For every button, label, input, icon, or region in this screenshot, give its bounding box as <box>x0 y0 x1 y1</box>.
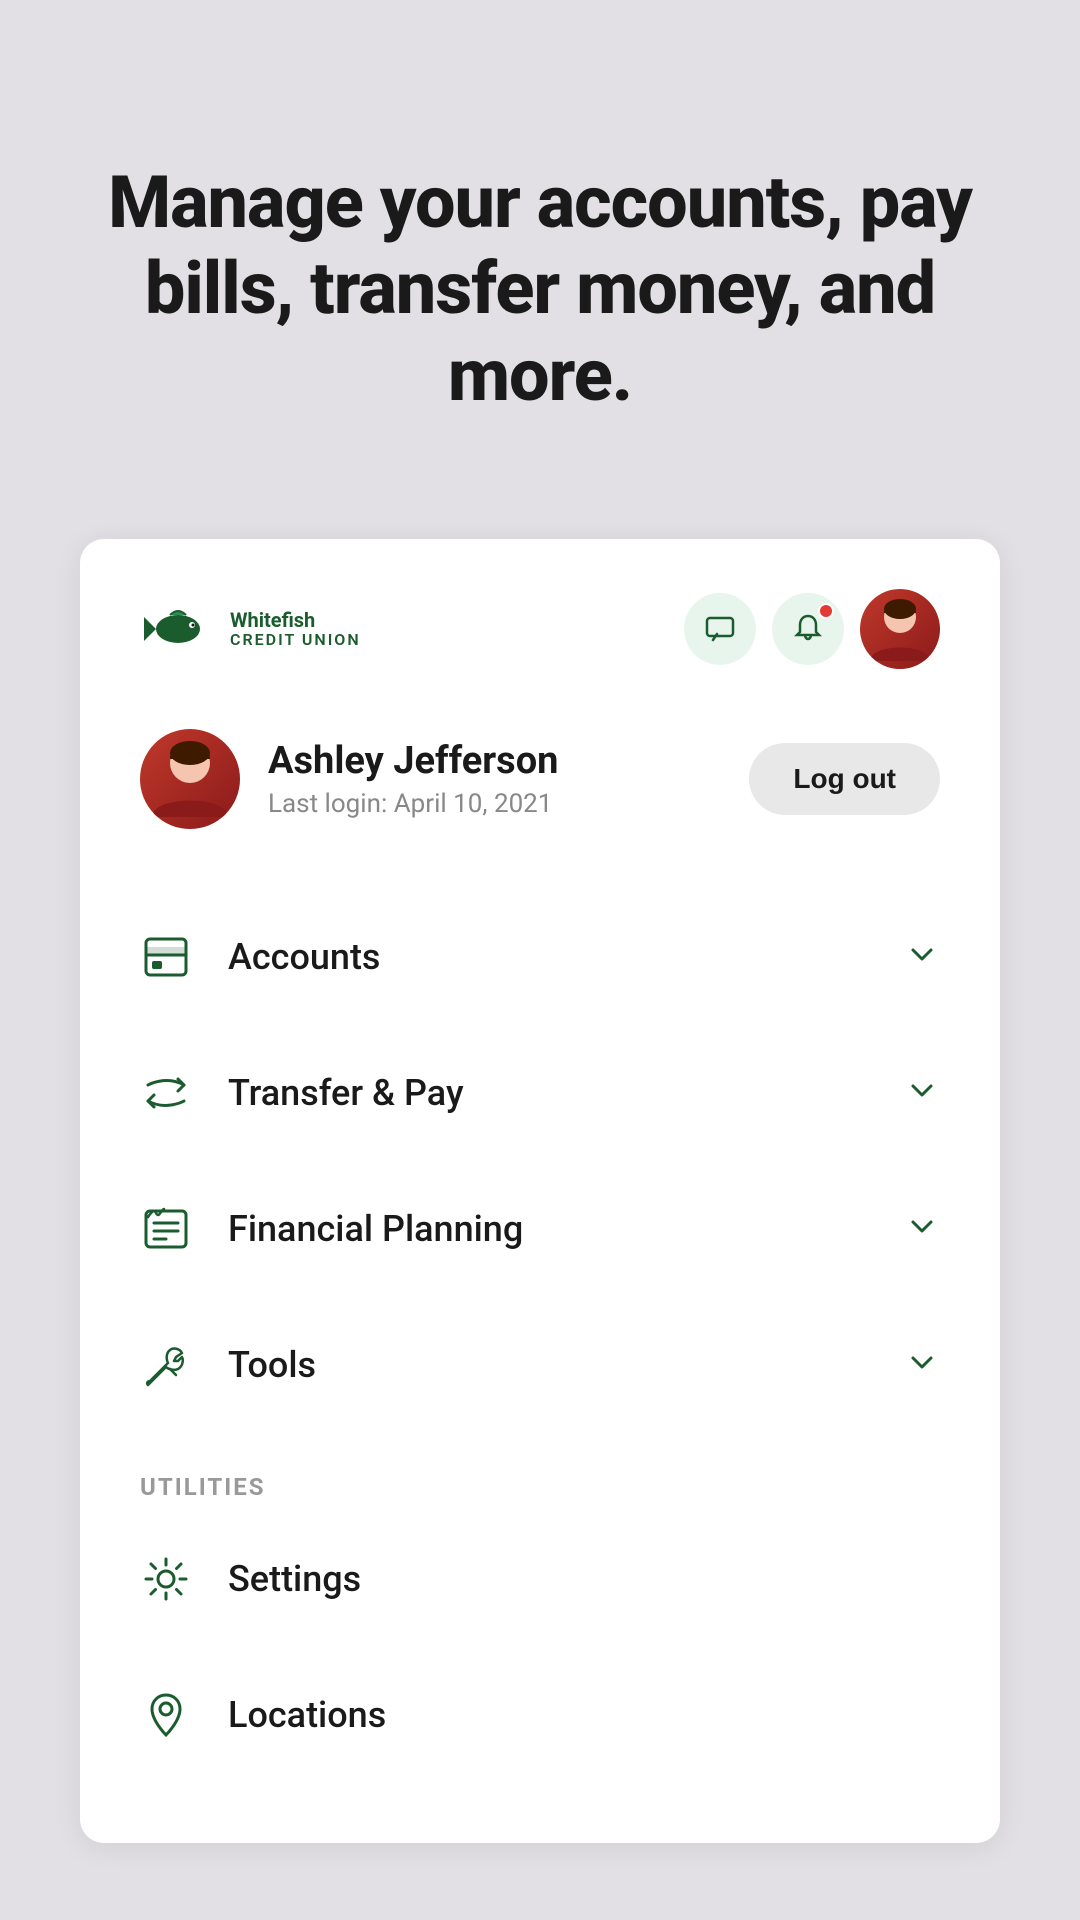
logo-type: CREDIT UNION <box>230 631 361 649</box>
locations-icon <box>140 1689 192 1741</box>
logo-area: Whitefish CREDIT UNION <box>140 599 361 659</box>
utilities-label: UTILITIES <box>140 1473 940 1501</box>
logo-text: Whitefish CREDIT UNION <box>230 609 361 649</box>
user-avatar-large <box>140 729 240 829</box>
transfer-icon <box>140 1067 192 1119</box>
menu-list: Accounts Transfer & Pay <box>80 879 1000 1443</box>
tools-icon <box>140 1339 192 1391</box>
utilities-section: UTILITIES <box>80 1443 1000 1501</box>
notification-dot <box>818 603 834 619</box>
accounts-icon <box>140 931 192 983</box>
user-avatar-silhouette <box>140 729 240 829</box>
menu-item-tools[interactable]: Tools <box>80 1297 1000 1433</box>
financial-icon <box>140 1203 192 1255</box>
accounts-label: Accounts <box>228 936 868 978</box>
menu-item-financial-planning[interactable]: Financial Planning <box>80 1161 1000 1297</box>
logout-button[interactable]: Log out <box>749 743 940 815</box>
message-icon <box>703 612 737 646</box>
last-login: Last login: April 10, 2021 <box>268 789 558 819</box>
logo-name: Whitefish <box>230 609 361 631</box>
accounts-chevron <box>904 937 940 977</box>
menu-item-accounts[interactable]: Accounts <box>80 889 1000 1025</box>
tools-chevron <box>904 1345 940 1385</box>
financial-planning-chevron <box>904 1209 940 1249</box>
logo-fish-icon <box>140 599 220 659</box>
message-button[interactable] <box>684 593 756 665</box>
settings-label: Settings <box>228 1558 940 1600</box>
menu-item-transfer-pay[interactable]: Transfer & Pay <box>80 1025 1000 1161</box>
transfer-pay-label: Transfer & Pay <box>228 1072 868 1114</box>
user-info-row: Ashley Jefferson Last login: April 10, 2… <box>80 709 1000 879</box>
avatar-silhouette <box>860 589 940 669</box>
financial-planning-label: Financial Planning <box>228 1208 868 1250</box>
main-card: Whitefish CREDIT UNION <box>80 539 1000 1843</box>
user-avatar-header[interactable] <box>860 589 940 669</box>
user-name: Ashley Jefferson <box>268 739 558 783</box>
hero-title: Manage your accounts, pay bills, transfe… <box>80 160 1000 419</box>
header-icons <box>684 589 940 669</box>
user-info-left: Ashley Jefferson Last login: April 10, 2… <box>140 729 558 829</box>
user-details: Ashley Jefferson Last login: April 10, 2… <box>268 739 558 819</box>
menu-item-locations[interactable]: Locations <box>80 1647 1000 1783</box>
hero-section: Manage your accounts, pay bills, transfe… <box>0 0 1080 539</box>
locations-label: Locations <box>228 1694 940 1736</box>
menu-item-settings[interactable]: Settings <box>80 1511 1000 1647</box>
transfer-pay-chevron <box>904 1073 940 1113</box>
notification-button[interactable] <box>772 593 844 665</box>
settings-icon <box>140 1553 192 1605</box>
tools-label: Tools <box>228 1344 868 1386</box>
bell-icon <box>791 612 825 646</box>
card-header: Whitefish CREDIT UNION <box>80 539 1000 709</box>
